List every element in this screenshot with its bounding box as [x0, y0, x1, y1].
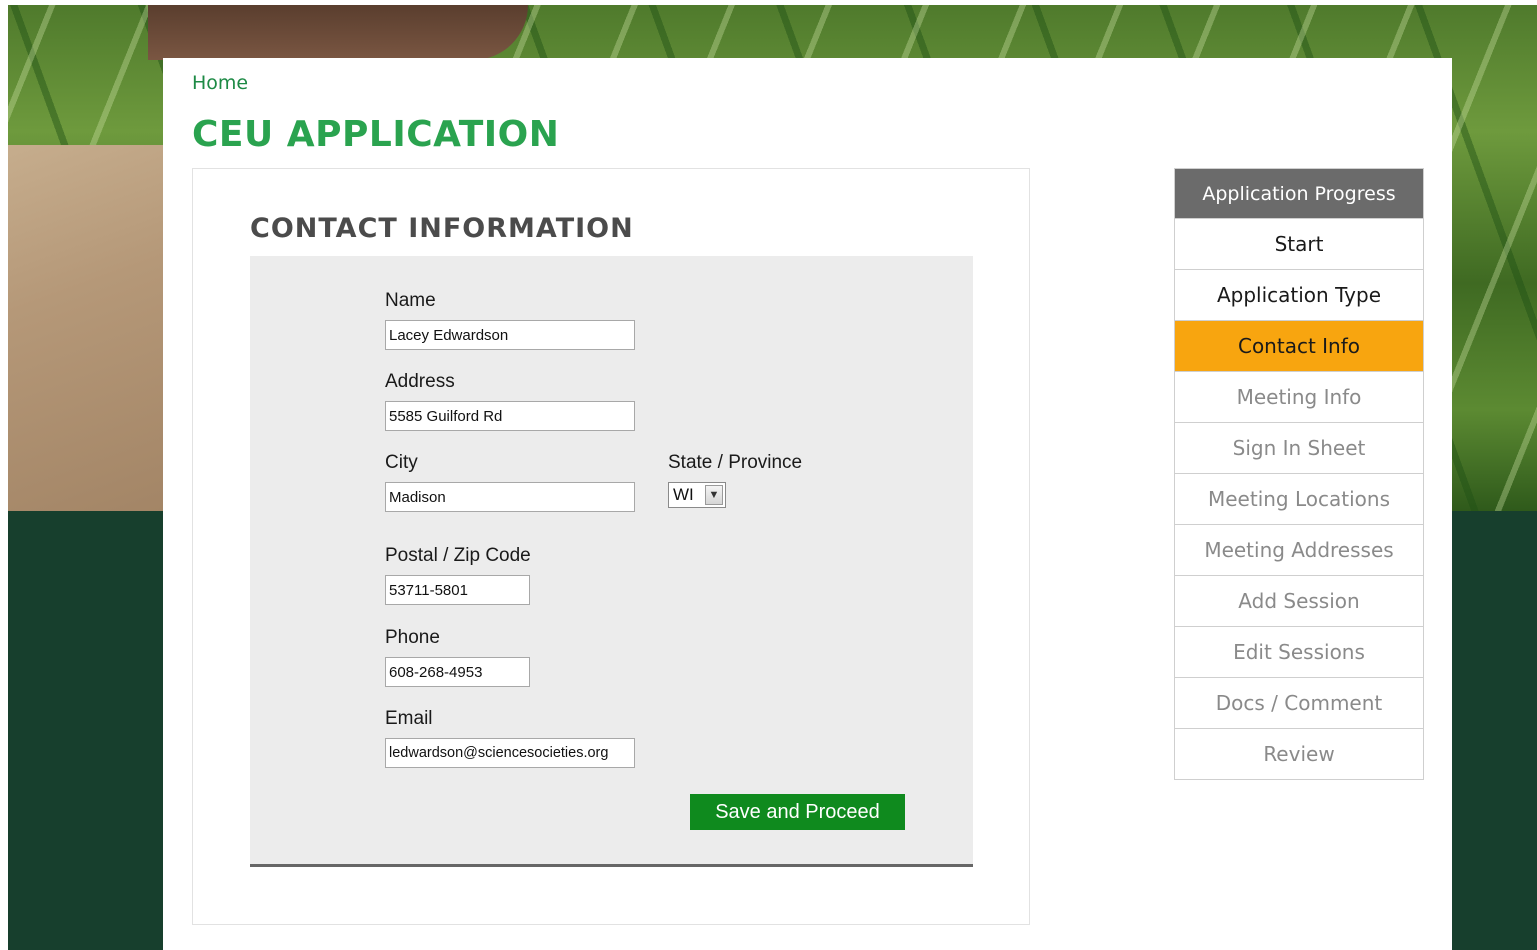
progress-item-sign-in-sheet[interactable]: Sign In Sheet [1175, 422, 1423, 473]
address-label: Address [385, 371, 455, 392]
progress-item-add-session[interactable]: Add Session [1175, 575, 1423, 626]
email-label: Email [385, 708, 433, 729]
state-label: State / Province [668, 452, 803, 473]
section-title: CONTACT INFORMATION [250, 213, 634, 244]
progress-item-edit-sessions[interactable]: Edit Sessions [1175, 626, 1423, 677]
progress-item-meeting-info[interactable]: Meeting Info [1175, 371, 1423, 422]
save-and-proceed-button[interactable]: Save and Proceed [690, 794, 905, 830]
address-input[interactable] [385, 401, 635, 431]
page-content: Home CEU APPLICATION CONTACT INFORMATION… [163, 58, 1452, 950]
form-card: CONTACT INFORMATION Name Address City St… [192, 168, 1030, 925]
background-photo-head [148, 5, 528, 60]
progress-item-review[interactable]: Review [1175, 728, 1423, 779]
contact-form: Name Address City State / Province WI ▼ … [250, 256, 973, 867]
progress-item-application-type[interactable]: Application Type [1175, 269, 1423, 320]
phone-label: Phone [385, 627, 440, 648]
city-label: City [385, 452, 418, 473]
progress-item-start[interactable]: Start [1175, 218, 1423, 269]
progress-item-meeting-addresses[interactable]: Meeting Addresses [1175, 524, 1423, 575]
state-select[interactable]: WI ▼ [668, 482, 726, 508]
state-select-value: WI [673, 485, 694, 504]
application-progress-panel: Application Progress Start Application T… [1174, 168, 1424, 780]
zip-input[interactable] [385, 575, 530, 605]
progress-item-docs-comment[interactable]: Docs / Comment [1175, 677, 1423, 728]
chevron-down-icon[interactable]: ▼ [705, 485, 723, 505]
progress-item-meeting-locations[interactable]: Meeting Locations [1175, 473, 1423, 524]
progress-header: Application Progress [1175, 169, 1423, 218]
email-input[interactable] [385, 738, 635, 768]
name-input[interactable] [385, 320, 635, 350]
background-photo-person [8, 145, 168, 511]
progress-item-contact-info[interactable]: Contact Info [1175, 320, 1423, 371]
breadcrumb-home-link[interactable]: Home [192, 72, 248, 94]
page-title: CEU APPLICATION [192, 114, 560, 155]
name-label: Name [385, 290, 436, 311]
phone-input[interactable] [385, 657, 530, 687]
city-input[interactable] [385, 482, 635, 512]
zip-label: Postal / Zip Code [385, 545, 531, 566]
